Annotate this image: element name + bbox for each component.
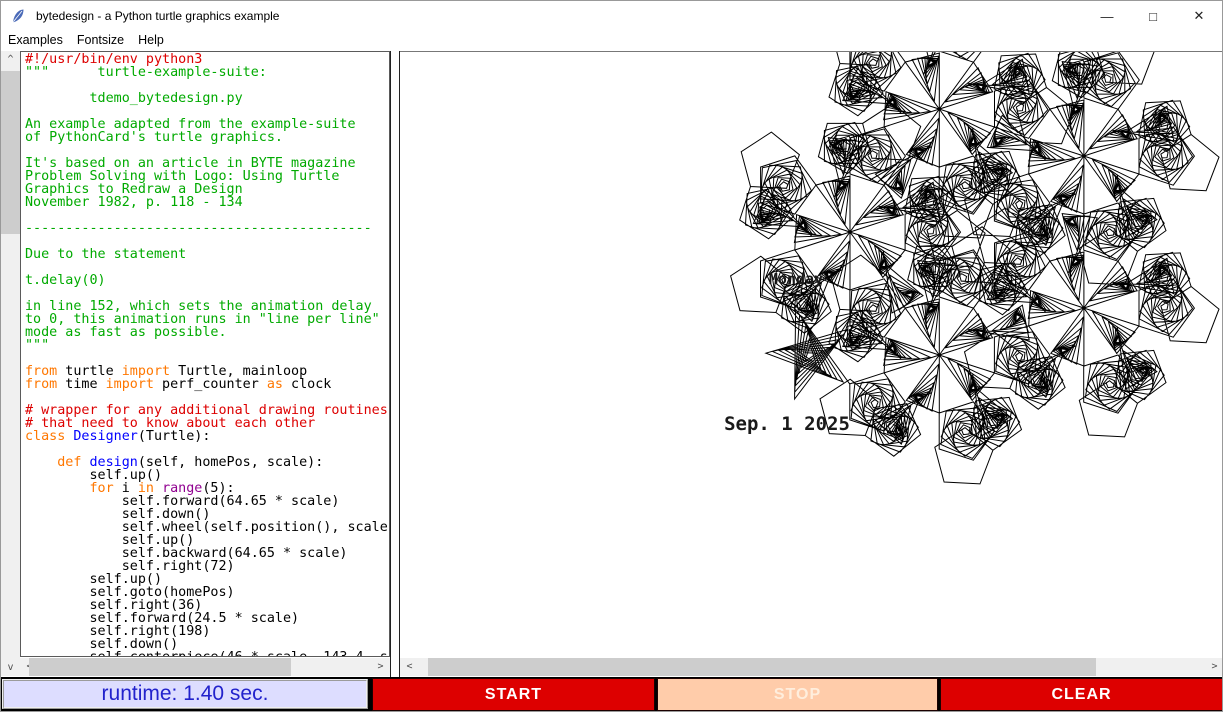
stop-button[interactable]: STOP bbox=[657, 678, 938, 711]
vertical-scrollbar-thumb[interactable] bbox=[1, 71, 20, 234]
main-area: ^ v #!/usr/bin/env python3""" turtle-exa… bbox=[1, 51, 1223, 677]
code-line: November 1982, p. 118 - 134 bbox=[25, 196, 389, 209]
scroll-down-arrow-icon[interactable]: v bbox=[2, 659, 19, 676]
code-line: from time import perf_counter as clock bbox=[25, 378, 389, 391]
code-pane[interactable]: #!/usr/bin/env python3""" turtle-example… bbox=[20, 51, 390, 657]
start-button[interactable]: START bbox=[372, 678, 655, 711]
title-bar: bytedesign - a Python turtle graphics ex… bbox=[1, 1, 1222, 31]
editor-hscrollbar-thumb[interactable] bbox=[29, 658, 291, 676]
canvas-text: Sep. 1 2025 bbox=[724, 413, 850, 435]
window-controls: — □ ✕ bbox=[1084, 1, 1222, 31]
maximize-button[interactable]: □ bbox=[1130, 1, 1176, 31]
code-line: class Designer(Turtle): bbox=[25, 430, 389, 443]
bottom-bar: runtime: 1.40 sec. START STOP CLEAR bbox=[1, 677, 1223, 712]
turtle-canvas: Monday Sep. 1 2025 bbox=[400, 51, 1223, 657]
editor-horizontal-scrollbar[interactable]: < > bbox=[20, 658, 390, 676]
canvas-text: Monday bbox=[769, 270, 823, 288]
scroll-right-arrow-icon[interactable]: > bbox=[1206, 658, 1223, 675]
code-line: tdemo_bytedesign.py bbox=[25, 92, 389, 105]
menu-item-fontsize[interactable]: Fontsize bbox=[70, 31, 131, 49]
canvas-vertical-scrollbar-collapsed[interactable] bbox=[390, 51, 400, 677]
minimize-button[interactable]: — bbox=[1084, 1, 1130, 31]
canvas-horizontal-scrollbar[interactable]: < > bbox=[400, 658, 1223, 676]
bytedesign-drawing: Monday Sep. 1 2025 bbox=[400, 52, 1223, 658]
menu-bar: Examples Fontsize Help bbox=[1, 31, 1222, 51]
code-line: self.centerpiece(46 * scale, 143.4, scal… bbox=[25, 651, 389, 657]
tk-feather-icon bbox=[10, 8, 26, 24]
close-button[interactable]: ✕ bbox=[1176, 1, 1222, 31]
canvas-text-layer: Monday Sep. 1 2025 bbox=[724, 270, 850, 435]
menu-item-help[interactable]: Help bbox=[131, 31, 171, 49]
editor-vertical-scrollbar[interactable]: ^ v bbox=[1, 51, 20, 676]
window-title: bytedesign - a Python turtle graphics ex… bbox=[36, 9, 279, 23]
code-line: """ bbox=[25, 339, 389, 352]
code-line: Due to the statement bbox=[25, 248, 389, 261]
app-window: bytedesign - a Python turtle graphics ex… bbox=[0, 0, 1223, 712]
scroll-right-arrow-icon[interactable]: > bbox=[372, 658, 389, 675]
code-line: of PythonCard's turtle graphics. bbox=[25, 131, 389, 144]
scroll-up-arrow-icon[interactable]: ^ bbox=[2, 51, 19, 68]
runtime-label: runtime: 1.40 sec. bbox=[2, 679, 368, 709]
code-line: """ turtle-example-suite: bbox=[25, 66, 389, 79]
code-line: ----------------------------------------… bbox=[25, 222, 389, 235]
code-line: t.delay(0) bbox=[25, 274, 389, 287]
canvas-hscrollbar-thumb[interactable] bbox=[428, 658, 1096, 676]
scroll-left-arrow-icon[interactable]: < bbox=[401, 658, 418, 675]
code-line: mode as fast as possible. bbox=[25, 326, 389, 339]
clear-button[interactable]: CLEAR bbox=[940, 678, 1223, 711]
menu-item-examples[interactable]: Examples bbox=[1, 31, 70, 49]
